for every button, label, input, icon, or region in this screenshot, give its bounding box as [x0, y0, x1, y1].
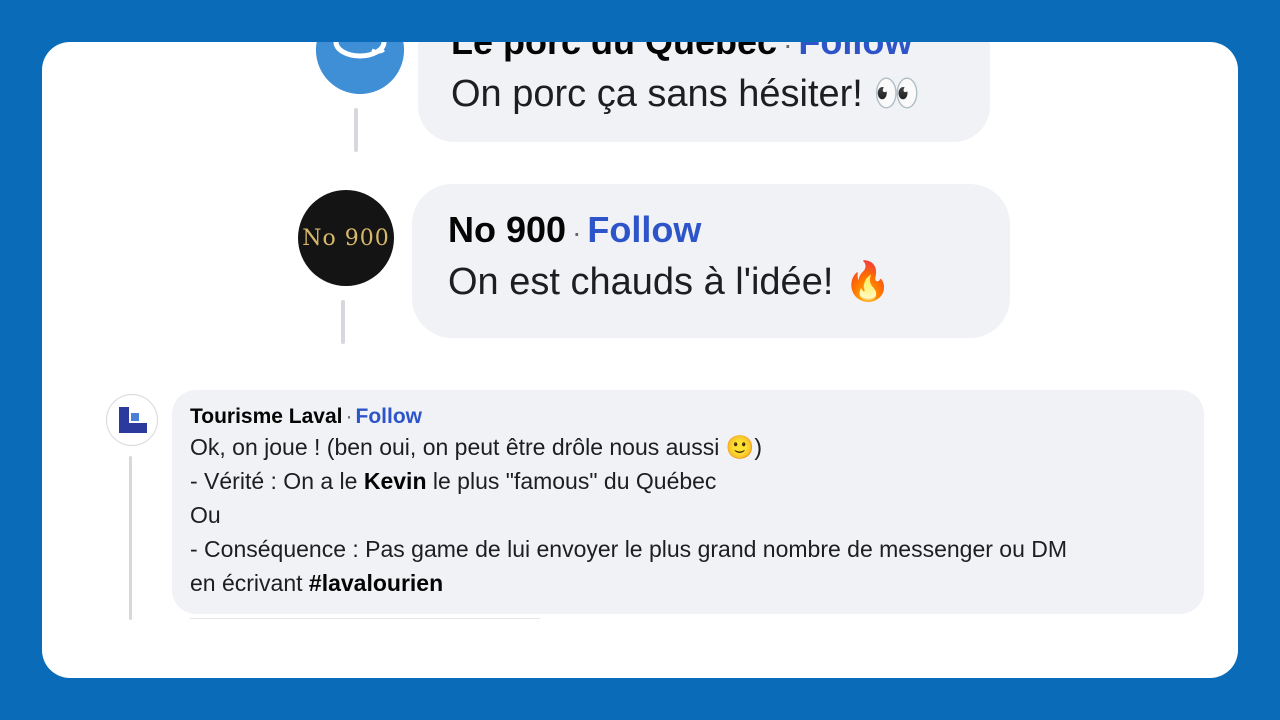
- comment-line-text: Ok, on joue ! (ben oui, on peut être drô…: [190, 434, 720, 460]
- comment-body: On porc ça sans hésiter!: [451, 73, 863, 115]
- comments-card: Le porc du Québec·Follow On porc ça sans…: [42, 42, 1238, 678]
- smile-icon: 🙂: [725, 434, 755, 460]
- avatar-label: No 900: [302, 225, 390, 251]
- comment-text: On est chauds à l'idée! 🔥: [448, 259, 978, 305]
- fire-icon: 🔥: [843, 261, 892, 303]
- laval-logo-icon: [119, 407, 147, 433]
- comment-text: Ok, on joue ! (ben oui, on peut être drô…: [190, 430, 1184, 600]
- comment-body: On est chauds à l'idée!: [448, 261, 834, 303]
- comment-line-text: le plus "famous" du Québec: [426, 468, 717, 494]
- separator-dot: ·: [572, 217, 582, 248]
- author-name[interactable]: Tourisme Laval: [190, 405, 343, 428]
- avatar-le-porc-du-quebec[interactable]: [316, 42, 404, 94]
- comment-header: Le porc du Québec · Follow: [451, 42, 958, 65]
- comment-text: On porc ça sans hésiter! 👀: [451, 71, 958, 117]
- comment-line-text: en écrivant: [190, 570, 309, 596]
- comment-line: en écrivant #lavalourien: [190, 566, 1184, 600]
- comment-bubble: No 900 · Follow On est chauds à l'idée! 🔥: [412, 184, 1010, 338]
- divider: [190, 618, 540, 619]
- thread-line: [354, 108, 358, 152]
- comment-line-text: - Vérité : On a le: [190, 468, 364, 494]
- follow-button[interactable]: Follow: [587, 209, 701, 250]
- thread-line: [341, 300, 345, 344]
- porc-logo-icon: [316, 42, 404, 94]
- bold-text: Kevin: [363, 468, 427, 494]
- eyes-icon: 👀: [873, 73, 921, 115]
- hashtag-link[interactable]: #lavalourien: [309, 570, 443, 596]
- comment-line-end: ): [754, 434, 763, 460]
- comment-header: No 900 · Follow: [448, 210, 978, 253]
- comment-bubble: Le porc du Québec · Follow On porc ça sans…: [418, 42, 990, 142]
- author-name[interactable]: Le porc du Québec: [451, 42, 777, 62]
- separator-dot: ·: [783, 42, 793, 60]
- comment-line: - Vérité : On a le Kevin le plus "famous…: [190, 464, 1184, 498]
- comment-line: - Conséquence : Pas game de lui envoyer …: [190, 536, 1068, 562]
- thread-line: [129, 456, 132, 620]
- follow-button[interactable]: Follow: [798, 42, 912, 62]
- avatar-no-900[interactable]: No 900: [298, 190, 394, 286]
- comment-line: Ou: [190, 502, 221, 528]
- comment-line: Ok, on joue ! (ben oui, on peut être drô…: [190, 430, 1184, 464]
- separator-dot: ·: [345, 405, 353, 428]
- follow-button[interactable]: Follow: [356, 405, 423, 428]
- comment-bubble: Tourisme Laval · Follow Ok, on joue ! (ben…: [172, 390, 1204, 614]
- author-name[interactable]: No 900: [448, 209, 566, 250]
- comment-header: Tourisme Laval · Follow: [190, 404, 1184, 430]
- avatar-tourisme-laval[interactable]: [106, 394, 158, 446]
